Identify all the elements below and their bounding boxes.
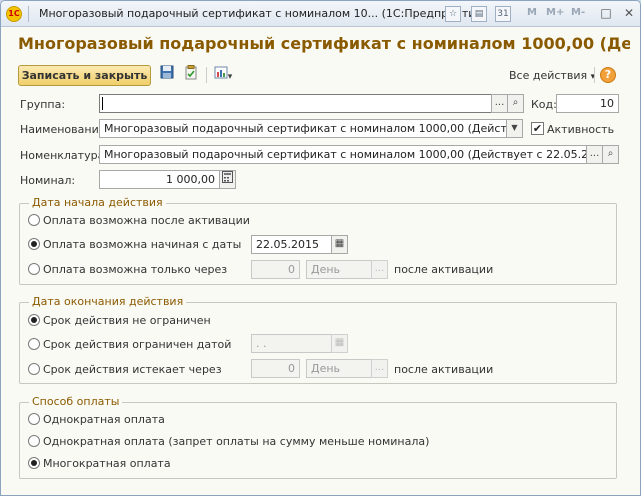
memory-minus-button[interactable]: M- (571, 7, 585, 18)
end-option-unlimited-label[interactable]: Срок действия не ограничен (43, 314, 211, 327)
toolbar-separator (206, 67, 207, 83)
name-label: Наименование: (20, 123, 110, 136)
maximize-icon[interactable]: □ (597, 5, 615, 22)
help-icon[interactable]: ? (600, 67, 616, 83)
start-option-after-period-radio[interactable] (28, 263, 40, 275)
start-period-unit-input[interactable]: День (306, 260, 372, 279)
save-and-close-button[interactable]: Записать и закрыть (18, 65, 151, 86)
active-label: Активность (547, 123, 615, 136)
report-icon-svg (214, 66, 228, 79)
start-period-suffix: после активации (394, 263, 494, 276)
start-date-input[interactable]: 22.05.2015 (251, 235, 332, 254)
end-period-unit-input[interactable]: День (306, 359, 372, 378)
end-period-suffix: после активации (394, 363, 494, 376)
payment-multiple-label[interactable]: Многократная оплата (43, 457, 171, 470)
payment-single-no-partial-radio[interactable] (28, 435, 40, 447)
favorites-icon[interactable]: ☆ (445, 6, 461, 22)
calendar-icon[interactable]: ▦ (331, 235, 348, 254)
chevron-down-icon: ▾ (227, 72, 233, 82)
post-document-icon[interactable] (181, 65, 201, 85)
calculator-icon-svg (222, 171, 233, 183)
start-period-count-input[interactable]: 0 (251, 260, 300, 279)
calendar-icon[interactable]: ▦ (331, 334, 348, 353)
page-title: Многоразовый подарочный сертификат с ном… (18, 34, 630, 53)
all-actions-label: Все действия (509, 69, 588, 82)
active-checkbox[interactable]: ✔ (531, 122, 544, 135)
payment-multiple-radio[interactable] (28, 457, 40, 469)
start-option-after-period-label[interactable]: Оплата возможна только через (43, 263, 227, 276)
window-title: Многоразовый подарочный сертификат с ном… (39, 7, 487, 20)
calendar-icon[interactable]: 31 (495, 6, 511, 22)
calculator-icon[interactable]: ▤ (471, 6, 487, 22)
group-label: Группа: (20, 98, 66, 111)
code-label: Код: (531, 98, 557, 111)
save-icon[interactable] (157, 65, 177, 85)
calculator-icon[interactable] (219, 170, 236, 189)
end-option-limited-date-label[interactable]: Срок действия ограничен датой (43, 338, 231, 351)
end-date-group-title: Дата окончания действия (29, 295, 187, 308)
end-option-limited-date-radio[interactable] (28, 338, 40, 350)
search-icon[interactable]: ⌕ (507, 94, 524, 113)
payment-single-no-partial-label[interactable]: Однократная оплата (запрет оплаты на сум… (43, 435, 429, 448)
end-option-unlimited-radio[interactable] (28, 314, 40, 326)
name-input[interactable]: Многоразовый подарочный сертификат с ном… (99, 119, 507, 138)
nominal-label: Номинал: (20, 174, 76, 187)
start-option-from-date-radio[interactable] (28, 238, 40, 250)
close-icon[interactable]: ✕ (620, 5, 638, 22)
end-period-count-input[interactable]: 0 (251, 359, 300, 378)
group-input[interactable] (99, 94, 492, 113)
title-separator (28, 6, 29, 22)
search-icon[interactable]: ⌕ (602, 145, 619, 164)
group-select-button[interactable]: ... (491, 94, 508, 113)
nomenclature-label: Номенклатура: (20, 149, 109, 162)
post-document-icon-svg (185, 65, 197, 80)
memory-plus-button[interactable]: M+ (546, 7, 564, 18)
window-title-text: Многоразовый подарочный сертификат с ном… (39, 7, 379, 20)
start-period-unit-select-button[interactable]: ... (371, 260, 388, 279)
nomenclature-input[interactable]: Многоразовый подарочный сертификат с ном… (99, 145, 587, 164)
window: 1С Многоразовый подарочный сертификат с … (0, 0, 641, 496)
all-actions-menu[interactable]: Все действия ▾ (509, 69, 595, 82)
start-option-from-date-label[interactable]: Оплата возможна начиная с даты (43, 238, 241, 251)
save-icon-svg (160, 65, 174, 79)
toolbar-separator (594, 67, 595, 83)
payment-single-label[interactable]: Однократная оплата (43, 413, 165, 426)
memory-button[interactable]: M (527, 7, 537, 18)
start-date-group-title: Дата начала действия (29, 196, 166, 209)
payment-single-radio[interactable] (28, 413, 40, 425)
nomenclature-select-button[interactable]: ... (586, 145, 603, 164)
start-option-after-activation-label[interactable]: Оплата возможна после активации (43, 214, 250, 227)
text-cursor (102, 97, 103, 110)
end-date-input[interactable]: . . (251, 334, 332, 353)
nominal-input[interactable]: 1 000,00 (99, 170, 220, 189)
title-bar: 1С Многоразовый подарочный сертификат с … (1, 1, 640, 27)
name-dropdown-icon[interactable]: ▼ (506, 119, 523, 138)
app-logo-icon: 1С (6, 6, 22, 22)
end-period-unit-select-button[interactable]: ... (371, 359, 388, 378)
start-option-after-activation-radio[interactable] (28, 214, 40, 226)
end-option-expires-after-label[interactable]: Срок действия истекает через (43, 363, 222, 376)
code-input[interactable]: 10 (556, 94, 619, 113)
payment-method-group-title: Способ оплаты (29, 395, 123, 408)
report-menu-icon[interactable]: ▾ (210, 65, 236, 85)
end-option-expires-after-radio[interactable] (28, 363, 40, 375)
